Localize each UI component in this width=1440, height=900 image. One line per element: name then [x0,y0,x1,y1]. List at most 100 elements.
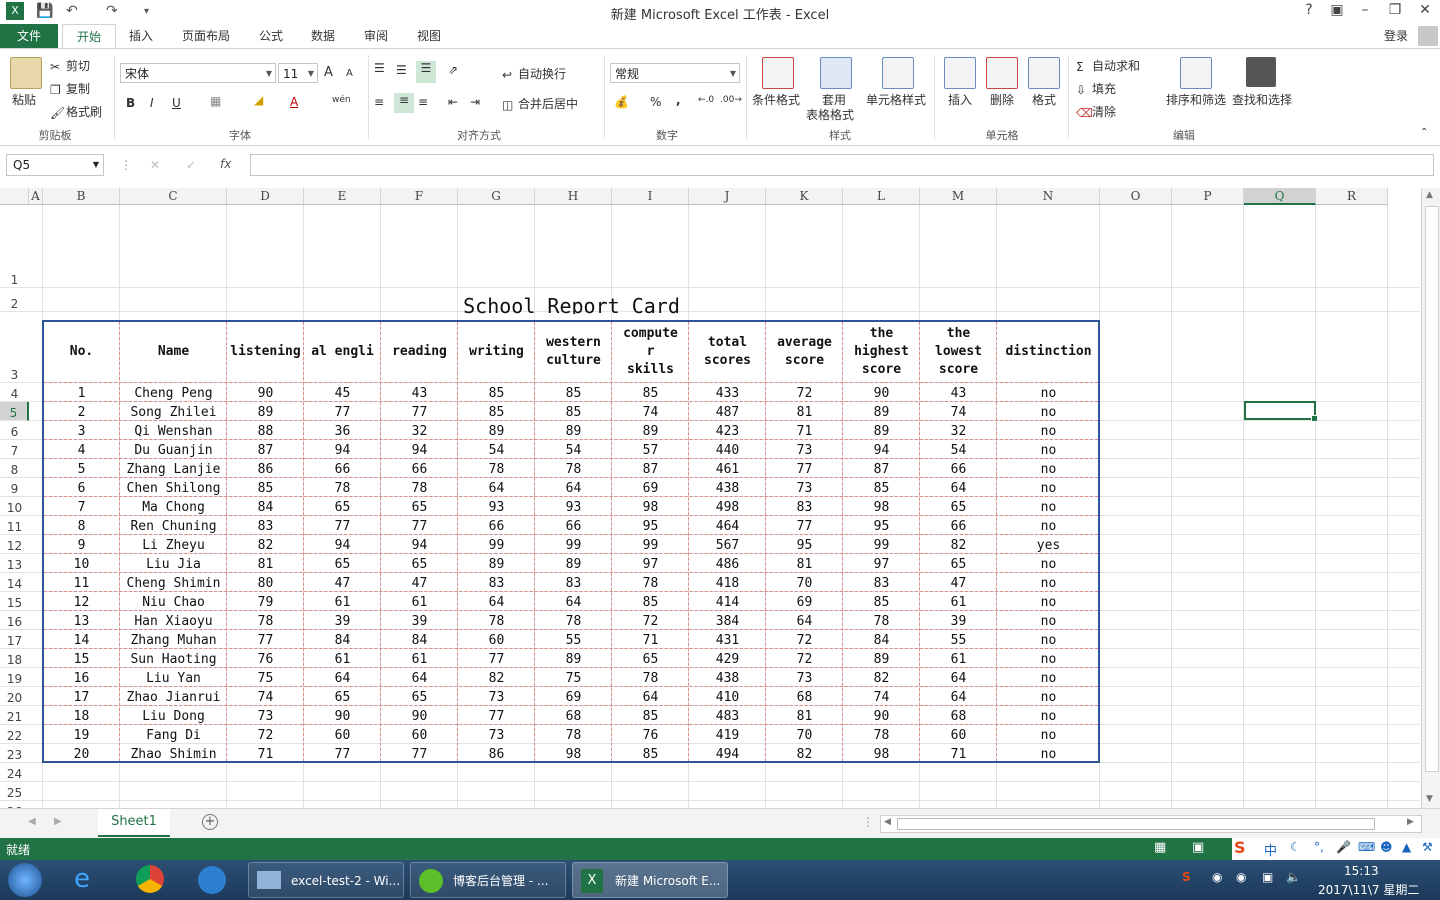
table-cell[interactable]: 61 [381,651,458,668]
ribbon-display-options-icon[interactable]: ▣ [1326,2,1348,18]
minimize-button[interactable]: – [1354,2,1376,18]
table-cell[interactable]: 78 [612,575,689,592]
table-cell[interactable]: no [997,594,1100,611]
table-cell[interactable]: 98 [843,746,920,763]
table-cell[interactable]: 65 [920,499,997,516]
column-header-r[interactable]: R [1316,188,1388,205]
table-cell[interactable]: 73 [766,670,843,687]
column-header-i[interactable]: I [612,188,689,205]
table-cell[interactable]: Liu Dong [120,708,227,725]
copy-button[interactable]: ❐ 复制 [50,80,90,97]
table-cell[interactable]: 65 [381,556,458,573]
delete-cells-icon[interactable] [986,57,1018,89]
collapse-ribbon-icon[interactable]: ⌃ [1420,127,1428,138]
table-cell[interactable]: Zhao Jianrui [120,689,227,706]
shrink-font-button[interactable]: A [346,68,353,79]
table-cell[interactable]: 423 [689,423,766,440]
table-cell[interactable]: 98 [612,499,689,516]
column-header-e[interactable]: E [304,188,381,205]
table-cell[interactable]: 89 [535,556,612,573]
table-cell[interactable]: 99 [458,537,535,554]
clock-date[interactable]: 2017\11\7 星期二 [1318,881,1419,898]
row-header-21[interactable]: 21 [0,706,29,725]
table-cell[interactable]: 418 [689,575,766,592]
fill-button[interactable]: ⇩ 填充 [1076,80,1116,97]
row-header-25[interactable]: 25 [0,782,29,801]
delete-cells-button[interactable]: 删除 [990,91,1014,108]
table-cell[interactable]: 82 [843,670,920,687]
table-cell[interactable]: 36 [304,423,381,440]
table-cell[interactable]: no [997,613,1100,630]
table-cell[interactable]: 90 [227,385,304,402]
table-cell[interactable]: 14 [43,632,120,649]
table-cell[interactable]: 45 [304,385,381,402]
table-cell[interactable]: 10 [43,556,120,573]
display-tray-icon[interactable]: ▣ [1262,870,1273,884]
cancel-icon[interactable]: ✕ [150,158,160,172]
table-cell[interactable]: 81 [766,556,843,573]
table-cell[interactable]: 77 [381,518,458,535]
moon-icon[interactable]: ☾ [1290,840,1301,854]
table-cell[interactable]: 85 [227,480,304,497]
column-header-f[interactable]: F [381,188,458,205]
scroll-right-icon[interactable]: ▶ [1407,817,1414,827]
table-cell[interactable]: 89 [843,404,920,421]
table-cell[interactable]: 93 [535,499,612,516]
table-cell[interactable]: 89 [843,651,920,668]
table-cell[interactable]: 66 [381,461,458,478]
table-cell[interactable]: 69 [535,689,612,706]
table-cell[interactable]: 70 [766,727,843,744]
table-cell[interactable]: 39 [381,613,458,630]
font-color-button[interactable]: A [290,95,298,109]
table-cell[interactable]: 72 [766,632,843,649]
row-header-20[interactable]: 20 [0,687,29,706]
table-cell[interactable]: 71 [766,423,843,440]
table-cell[interactable]: 17 [43,689,120,706]
font-name-combo[interactable]: 宋体 ▼ [120,63,276,83]
table-cell[interactable]: 64 [458,594,535,611]
table-cell[interactable]: 440 [689,442,766,459]
column-header-j[interactable]: J [689,188,766,205]
insert-cells-button[interactable]: 插入 [948,91,972,108]
login-link[interactable]: 登录 [1376,24,1416,48]
table-cell[interactable]: 84 [381,632,458,649]
tab-home[interactable]: 开始 [62,24,116,49]
table-cell[interactable]: no [997,461,1100,478]
italic-button[interactable]: I [150,96,154,110]
phonetic-button[interactable]: wén [332,95,351,105]
table-cell[interactable]: no [997,423,1100,440]
table-cell[interactable]: Zhang Lanjie [120,461,227,478]
table-cell[interactable]: 98 [535,746,612,763]
table-cell[interactable]: Li Zheyu [120,537,227,554]
table-cell[interactable]: 83 [766,499,843,516]
table-cell[interactable]: 71 [612,632,689,649]
decrease-decimal-icon[interactable]: .00→ [720,95,742,105]
table-cell[interactable]: no [997,404,1100,421]
baidu-netdisk-icon[interactable] [198,866,226,894]
table-cell[interactable]: 64 [612,689,689,706]
table-cell[interactable]: 55 [535,632,612,649]
table-cell[interactable]: 64 [920,689,997,706]
table-cell[interactable]: 71 [227,746,304,763]
table-cell[interactable]: 57 [612,442,689,459]
table-cell[interactable]: 85 [612,385,689,402]
table-cell[interactable]: 78 [304,480,381,497]
security-tray-icon[interactable]: ◉ [1236,870,1246,884]
table-cell[interactable]: 77 [458,651,535,668]
table-cell[interactable]: 99 [843,537,920,554]
table-cell[interactable]: 64 [920,480,997,497]
table-cell[interactable]: 97 [612,556,689,573]
table-cell[interactable]: 47 [920,575,997,592]
find-select-button[interactable]: 查找和选择 [1232,91,1292,108]
table-cell[interactable]: Du Guanjin [120,442,227,459]
table-cell[interactable]: 98 [843,499,920,516]
table-cell[interactable]: 74 [227,689,304,706]
table-cell[interactable]: 60 [304,727,381,744]
scroll-left-icon[interactable]: ◀ [884,817,891,827]
table-cell[interactable]: 78 [535,461,612,478]
table-cell[interactable]: 64 [920,670,997,687]
align-top-icon[interactable]: ☰ [374,61,385,75]
table-cell[interactable]: 82 [766,746,843,763]
table-cell[interactable]: 64 [766,613,843,630]
table-cell[interactable]: no [997,575,1100,592]
